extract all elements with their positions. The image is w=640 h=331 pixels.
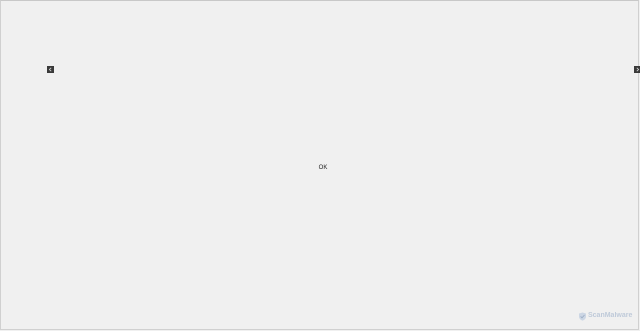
next-button[interactable]	[634, 66, 640, 73]
watermark-text: ScanMalware	[588, 312, 633, 319]
previous-button[interactable]	[47, 66, 54, 73]
dialog-window: OK	[0, 0, 640, 330]
scanmalware-logo-icon	[579, 312, 586, 321]
right-arrow-icon	[636, 67, 640, 72]
left-arrow-icon	[48, 67, 52, 72]
watermark: ScanMalware	[578, 311, 632, 321]
ok-button[interactable]: OK	[313, 163, 333, 173]
title-bar	[1, 1, 638, 4]
